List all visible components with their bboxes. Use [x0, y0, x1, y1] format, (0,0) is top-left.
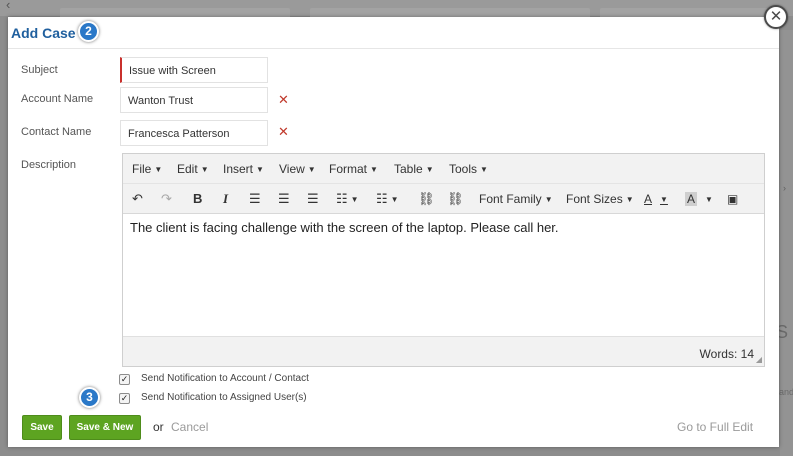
italic-icon[interactable]: I — [223, 191, 228, 207]
back-chevron-icon: ‹ — [6, 0, 11, 12]
caret-down-icon: ▼ — [307, 165, 316, 174]
caret-down-icon: ▼ — [390, 195, 399, 204]
caret-down-icon: ▼ — [425, 165, 434, 174]
dialog-header: Add Case 2 — [8, 17, 779, 49]
account-name-label: Account Name — [21, 93, 94, 105]
background-tab — [600, 8, 770, 17]
save-button[interactable]: Save — [22, 415, 62, 440]
word-count: Words: 14 — [699, 347, 754, 361]
editor-menubar: File ▼ Edit ▼ Insert ▼ View ▼ Format ▼ Table ▼… — [123, 154, 764, 184]
description-editor: File ▼ Edit ▼ Insert ▼ View ▼ Format ▼ Table ▼… — [122, 153, 765, 367]
background-tab — [310, 8, 590, 17]
menu-table[interactable]: Table ▼ — [394, 162, 434, 176]
menu-tools-label: Tools — [449, 162, 478, 176]
caret-down-icon: ▼ — [200, 165, 209, 174]
menu-edit[interactable]: Edit ▼ — [177, 162, 209, 176]
menu-view[interactable]: View ▼ — [279, 162, 316, 176]
insert-image-icon[interactable]: ▣ — [727, 192, 738, 206]
subject-label: Subject — [21, 64, 58, 76]
add-case-dialog: Add Case 2 Subject Issue with Screen Acc… — [8, 17, 779, 447]
menu-file-label: File — [132, 162, 152, 176]
align-left-icon[interactable]: ☰ — [249, 191, 261, 207]
font-sizes-dropdown[interactable]: Font Sizes ▼ — [566, 192, 634, 206]
editor-statusbar: Words: 14 ◢ — [123, 336, 764, 366]
editor-content[interactable]: The client is facing challenge with the … — [130, 220, 559, 235]
caret-down-icon: ▼ — [625, 195, 634, 204]
caret-down-icon: ▼ — [544, 195, 553, 204]
unlink-icon[interactable]: ⛓ — [447, 191, 464, 207]
dialog-title: Add Case — [11, 25, 76, 41]
notify-account-contact-checkbox[interactable]: ✓ — [119, 374, 130, 385]
caret-down-icon: ▼ — [154, 165, 163, 174]
subject-input[interactable]: Issue with Screen — [120, 57, 268, 83]
link-icon[interactable]: ⛓ — [418, 191, 435, 207]
menu-insert-label: Insert — [223, 162, 254, 176]
menu-format[interactable]: Format ▼ — [329, 162, 378, 176]
numbered-list-icon[interactable]: ☷ ▼ — [376, 191, 399, 207]
notify-assigned-users-label: Send Notification to Assigned User(s) — [141, 392, 307, 403]
menu-view-label: View — [279, 162, 305, 176]
caret-down-icon: ▼ — [705, 195, 713, 204]
highlight-swatch: A — [685, 192, 698, 206]
caret-down-icon: ▼ — [256, 165, 264, 174]
resize-grip-icon[interactable]: ◢ — [756, 355, 762, 364]
redo-icon[interactable]: ↷ — [161, 191, 172, 207]
background-tab — [60, 8, 290, 17]
editor-toolbar: ↶ ↷ B I ☰ ☰ ☰ ☷ ▼ ☷ ▼ ⛓ ⛓ Font Family ▼ Fon… — [123, 184, 764, 214]
menu-insert[interactable]: Insert ▼ — [223, 162, 264, 176]
undo-icon[interactable]: ↶ — [132, 191, 143, 207]
background-chevron-icon: › — [783, 183, 786, 193]
notify-assigned-users-checkbox[interactable]: ✓ — [119, 393, 130, 404]
menu-edit-label: Edit — [177, 162, 198, 176]
align-right-icon[interactable]: ☰ — [307, 191, 319, 207]
caret-down-icon: ▼ — [660, 195, 668, 204]
remove-contact-icon[interactable]: ✕ — [278, 124, 289, 140]
remove-account-icon[interactable]: ✕ — [278, 92, 289, 108]
or-text: or — [153, 420, 164, 434]
notify-account-contact-label: Send Notification to Account / Contact — [141, 373, 309, 384]
caret-down-icon: ▼ — [480, 165, 488, 174]
menu-table-label: Table — [394, 162, 423, 176]
menu-tools[interactable]: Tools ▼ — [449, 162, 488, 176]
description-label: Description — [21, 159, 77, 171]
cancel-link[interactable]: Cancel — [171, 420, 208, 434]
font-sizes-label: Font Sizes — [566, 192, 623, 206]
step-badge-2: 2 — [78, 21, 99, 42]
step-badge-3: 3 — [79, 387, 100, 408]
go-to-full-edit-link[interactable]: Go to Full Edit — [677, 420, 753, 434]
caret-down-icon: ▼ — [370, 165, 378, 174]
caret-down-icon: ▼ — [350, 195, 359, 204]
menu-file[interactable]: File ▼ — [132, 162, 162, 176]
save-and-new-button[interactable]: Save & New — [69, 415, 141, 440]
contact-name-input[interactable]: Francesca Patterson — [120, 120, 268, 146]
background-color-icon[interactable]: A ▼ — [685, 192, 713, 206]
contact-name-label: Contact Name — [21, 126, 92, 138]
text-color-icon[interactable]: A ▼ — [644, 192, 668, 206]
font-family-dropdown[interactable]: Font Family ▼ — [479, 192, 553, 206]
account-name-input[interactable]: Wanton Trust — [120, 87, 268, 113]
close-icon[interactable]: ✕ — [764, 5, 788, 29]
background-text: and — [779, 387, 793, 397]
font-family-label: Font Family — [479, 192, 542, 206]
bold-icon[interactable]: B — [193, 191, 202, 206]
menu-format-label: Format — [329, 162, 368, 176]
align-center-icon[interactable]: ☰ — [278, 191, 290, 207]
bullet-list-icon[interactable]: ☷ ▼ — [336, 191, 359, 207]
